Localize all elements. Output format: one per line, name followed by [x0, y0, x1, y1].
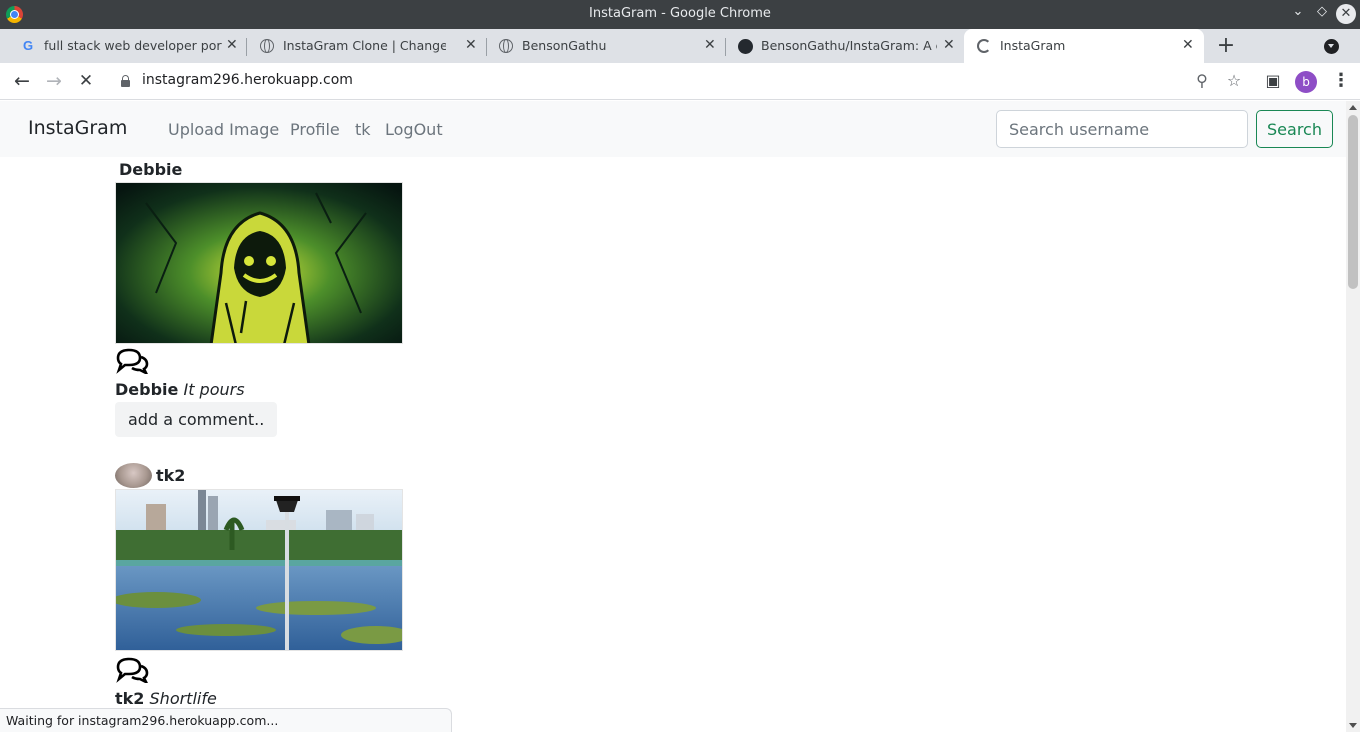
post-username[interactable]: tk2 [156, 466, 185, 485]
scroll-down-arrow-icon[interactable] [1349, 723, 1357, 728]
caption-text: Shortlife [149, 689, 217, 708]
loading-spinner-icon [976, 38, 992, 54]
close-window-icon[interactable]: ✕ [1336, 4, 1356, 24]
tab-close-icon[interactable]: ✕ [465, 37, 477, 53]
post-user-avatar[interactable] [115, 463, 152, 488]
site-brand[interactable]: InstaGram [28, 117, 127, 139]
browser-toolbar: ← → ✕ instagram296.herokuapp.com ⚲ ☆ ▣ b… [0, 63, 1360, 100]
tab-close-icon[interactable]: ✕ [226, 37, 238, 53]
tab-search-icon[interactable] [1324, 39, 1339, 54]
nav-link-profile[interactable]: Profile [290, 120, 340, 139]
github-icon [737, 38, 753, 54]
post-image-city-park[interactable] [115, 489, 403, 651]
caption-username[interactable]: Debbie [115, 380, 178, 399]
window-title-bar: InstaGram - Google Chrome ⌄ ◇ ✕ [0, 0, 1360, 29]
page-scrollbar[interactable] [1346, 101, 1360, 732]
nav-link-upload-image[interactable]: Upload Image [168, 120, 279, 139]
new-tab-icon[interactable]: + [1216, 33, 1236, 58]
comments-icon[interactable] [115, 348, 149, 374]
lock-icon[interactable] [121, 75, 130, 87]
tab-close-icon[interactable]: ✕ [943, 37, 955, 53]
back-arrow-icon[interactable]: ← [9, 68, 35, 94]
minimize-icon[interactable]: ⌄ [1288, 4, 1308, 19]
hooded-figure-illustration [116, 183, 402, 343]
window-title: InstaGram - Google Chrome [589, 6, 771, 21]
post-caption: tk2 Shortlife [115, 689, 217, 708]
post-username[interactable]: Debbie [119, 160, 182, 179]
site-navbar: InstaGram Upload Image Profile tk LogOut… [0, 101, 1346, 157]
tab-change-profile[interactable]: InstaGram Clone | Change profile ✕ [247, 29, 485, 63]
tab-title: InstaGram Clone | Change profile [283, 38, 446, 53]
tab-close-icon[interactable]: ✕ [1182, 37, 1194, 53]
search-button[interactable]: Search [1256, 110, 1333, 148]
caption-username[interactable]: tk2 [115, 689, 144, 708]
tab-bensongathu[interactable]: BensonGathu ✕ [486, 29, 724, 63]
tab-github-repo[interactable]: BensonGathu/InstaGram: A clone ✕ [725, 29, 963, 63]
post-image-hooded-figure[interactable] [115, 182, 403, 344]
stop-loading-icon[interactable]: ✕ [73, 68, 99, 94]
profile-avatar[interactable]: b [1295, 71, 1317, 93]
scrollbar-thumb[interactable] [1348, 115, 1358, 289]
tab-title: BensonGathu/InstaGram: A clone [761, 38, 937, 53]
city-park-photo [116, 490, 402, 650]
bookmark-star-icon[interactable]: ☆ [1223, 70, 1245, 92]
search-username-input[interactable] [996, 110, 1248, 148]
address-bar-url[interactable]: instagram296.herokuapp.com [142, 72, 353, 88]
tab-strip: G full stack web developer portfolio ✕ I… [0, 29, 1360, 63]
tab-portfolio[interactable]: G full stack web developer portfolio ✕ [8, 29, 246, 63]
restore-icon[interactable]: ◇ [1312, 4, 1332, 19]
tab-title: InstaGram [1000, 38, 1066, 53]
globe-icon [259, 38, 275, 54]
globe-icon [498, 38, 514, 54]
tab-title: full stack web developer portfolio [44, 38, 222, 53]
tab-instagram-active[interactable]: InstaGram ✕ [964, 29, 1204, 63]
status-bubble: Waiting for instagram296.herokuapp.com..… [0, 708, 452, 732]
forward-arrow-icon[interactable]: → [41, 68, 67, 94]
nav-link-tk[interactable]: tk [355, 120, 371, 139]
page-viewport: InstaGram Upload Image Profile tk LogOut… [0, 101, 1346, 732]
comments-icon[interactable] [115, 657, 149, 683]
tab-title: BensonGathu [522, 38, 607, 53]
scroll-up-arrow-icon[interactable] [1349, 105, 1357, 110]
google-icon: G [22, 38, 34, 53]
nav-link-logout[interactable]: LogOut [385, 120, 443, 139]
caption-text: It pours [183, 380, 245, 399]
chrome-menu-icon[interactable]: ⋮ [1332, 70, 1350, 92]
post-caption: Debbie It pours [115, 380, 245, 399]
tab-close-icon[interactable]: ✕ [704, 37, 716, 53]
key-icon[interactable]: ⚲ [1191, 70, 1213, 92]
add-comment-button[interactable]: add a comment.. [115, 402, 278, 437]
extensions-puzzle-icon[interactable]: ▣ [1262, 70, 1284, 92]
